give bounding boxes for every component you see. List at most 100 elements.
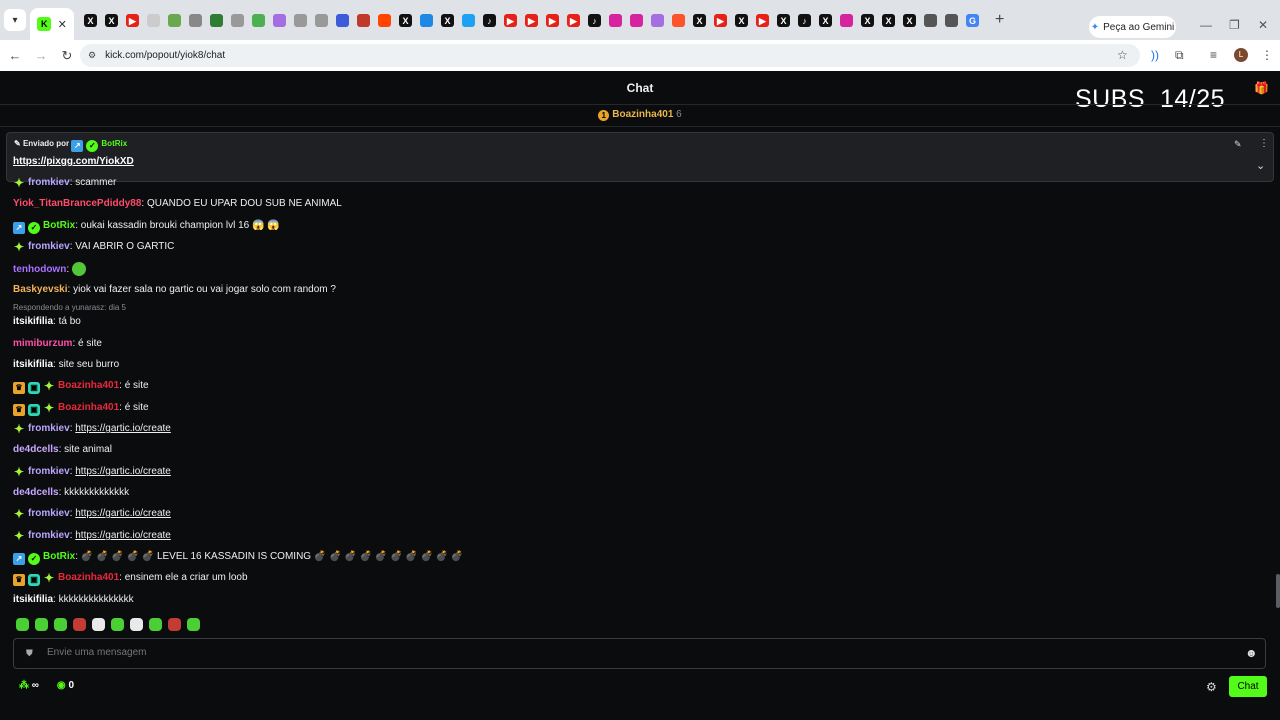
chat-username[interactable]: BotRix: [43, 220, 75, 231]
chat-username[interactable]: fromkiev: [28, 241, 70, 252]
watch-streak[interactable]: ⁂ ∞: [19, 680, 39, 691]
chrome-favicon-icon[interactable]: [945, 13, 958, 27]
settings-gear-icon[interactable]: ⚙: [1206, 680, 1217, 694]
pinned-sender-name[interactable]: BotRix: [101, 139, 127, 148]
reply-context[interactable]: Respondendo a yunarasz: dia 5: [13, 303, 126, 312]
page-favicon-icon[interactable]: [462, 13, 475, 27]
send-chat-button[interactable]: Chat: [1229, 676, 1267, 697]
chat-username[interactable]: de4dcells: [13, 487, 59, 498]
browser-menu-icon[interactable]: ⋮: [1261, 48, 1273, 62]
back-icon[interactable]: ←: [4, 48, 26, 63]
chat-link[interactable]: https://gartic.io/create: [75, 508, 171, 519]
reading-list-icon[interactable]: ≡: [1210, 48, 1217, 62]
page-favicon-icon[interactable]: [273, 13, 286, 27]
emote-button[interactable]: [130, 618, 143, 631]
chat-username[interactable]: itsikifilia: [13, 316, 53, 327]
chat-username[interactable]: Boazinha401: [58, 572, 119, 583]
chatgpt-favicon-icon[interactable]: [231, 13, 244, 27]
page-favicon-icon[interactable]: [168, 13, 181, 27]
google-favicon-icon[interactable]: G: [966, 13, 979, 27]
chat-username[interactable]: Yiok_TitanBrancePdiddy88: [13, 198, 141, 209]
emote-button[interactable]: [35, 618, 48, 631]
youtube-favicon-icon[interactable]: ▶: [525, 13, 538, 27]
chat-link[interactable]: https://gartic.io/create: [75, 423, 171, 434]
chatgpt-favicon-icon[interactable]: [189, 13, 202, 27]
chat-username[interactable]: itsikifilia: [13, 594, 53, 605]
chat-username[interactable]: BotRix: [43, 551, 75, 562]
gift-icon[interactable]: 🎁: [1254, 81, 1269, 95]
page-favicon-icon[interactable]: [651, 13, 664, 27]
profile-avatar[interactable]: L: [1234, 48, 1248, 62]
x-favicon-icon[interactable]: X: [903, 13, 916, 27]
chevron-down-icon[interactable]: ⌄: [1256, 159, 1265, 172]
forward-icon[interactable]: →: [30, 48, 52, 63]
instagram-favicon-icon[interactable]: [630, 13, 643, 27]
chat-username[interactable]: tenhodown: [13, 264, 66, 275]
close-window-icon[interactable]: ✕: [1258, 18, 1268, 32]
unpin-icon[interactable]: ✎: [1234, 139, 1242, 150]
x-favicon-icon[interactable]: X: [861, 13, 874, 27]
tiktok-favicon-icon[interactable]: ♪: [483, 13, 496, 27]
reddit-favicon-icon[interactable]: [378, 13, 391, 27]
chat-username[interactable]: fromkiev: [28, 466, 70, 477]
minimize-icon[interactable]: —: [1200, 18, 1212, 32]
emote-button[interactable]: [73, 618, 86, 631]
message-input[interactable]: [47, 647, 1227, 658]
active-tab[interactable]: K ✕: [30, 8, 74, 40]
emote-button[interactable]: [149, 618, 162, 631]
close-tab-icon[interactable]: ✕: [58, 18, 67, 31]
youtube-favicon-icon[interactable]: ▶: [567, 13, 580, 27]
page-favicon-icon[interactable]: [357, 13, 370, 27]
top-gifter[interactable]: 1 Boazinha401 6: [0, 109, 1280, 121]
emoji-picker-icon[interactable]: ☻: [1245, 646, 1258, 660]
instagram-favicon-icon[interactable]: [840, 13, 853, 27]
chat-username[interactable]: fromkiev: [28, 530, 70, 541]
youtube-favicon-icon[interactable]: ▶: [546, 13, 559, 27]
page-favicon-icon[interactable]: [336, 13, 349, 27]
gemini-button[interactable]: ✦ Peça ao Gemini: [1089, 16, 1176, 38]
chatgpt-favicon-icon[interactable]: [294, 13, 307, 27]
emote-button[interactable]: [16, 618, 29, 631]
extensions-puzzle-icon[interactable]: ⧉: [1175, 48, 1184, 63]
page-favicon-icon[interactable]: [147, 13, 160, 27]
chat-username[interactable]: fromkiev: [28, 177, 70, 188]
chat-username[interactable]: de4dcells: [13, 444, 59, 455]
chat-scrollbar[interactable]: [1276, 574, 1280, 608]
youtube-favicon-icon[interactable]: ▶: [714, 13, 727, 27]
youtube-favicon-icon[interactable]: ▶: [756, 13, 769, 27]
emote-button[interactable]: [187, 618, 200, 631]
chat-username[interactable]: Baskyevski: [13, 284, 68, 295]
chat-username[interactable]: fromkiev: [28, 423, 70, 434]
new-tab-button[interactable]: +: [995, 11, 1004, 29]
chat-username[interactable]: fromkiev: [28, 508, 70, 519]
tab-search-button[interactable]: ▾: [4, 9, 26, 31]
x-favicon-icon[interactable]: X: [105, 13, 118, 27]
chat-username[interactable]: itsikifilia: [13, 359, 53, 370]
youtube-favicon-icon[interactable]: ▶: [126, 13, 139, 27]
bookmark-star-icon[interactable]: ☆: [1117, 48, 1128, 62]
chrome-favicon-icon[interactable]: [924, 13, 937, 27]
youtube-favicon-icon[interactable]: ▶: [504, 13, 517, 27]
emote-button[interactable]: [92, 618, 105, 631]
x-favicon-icon[interactable]: X: [399, 13, 412, 27]
x-favicon-icon[interactable]: X: [777, 13, 790, 27]
site-info-icon[interactable]: ⚙: [88, 50, 96, 61]
instagram-favicon-icon[interactable]: [609, 13, 622, 27]
tiktok-favicon-icon[interactable]: ♪: [588, 13, 601, 27]
tiktok-favicon-icon[interactable]: ♪: [798, 13, 811, 27]
sheets-favicon-icon[interactable]: [210, 13, 223, 27]
x-favicon-icon[interactable]: X: [84, 13, 97, 27]
pinned-link[interactable]: https://pixgg.com/YiokXD: [13, 156, 134, 167]
kick-points[interactable]: ◉ 0: [57, 680, 74, 691]
x-favicon-icon[interactable]: X: [693, 13, 706, 27]
maximize-icon[interactable]: ❐: [1229, 18, 1240, 32]
x-favicon-icon[interactable]: X: [882, 13, 895, 27]
page-favicon-icon[interactable]: [252, 13, 265, 27]
x-favicon-icon[interactable]: X: [441, 13, 454, 27]
x-favicon-icon[interactable]: X: [735, 13, 748, 27]
chat-link[interactable]: https://gartic.io/create: [75, 530, 171, 541]
emote-button[interactable]: [54, 618, 67, 631]
chat-username[interactable]: Boazinha401: [58, 402, 119, 413]
chat-username[interactable]: Boazinha401: [58, 380, 119, 391]
more-options-icon[interactable]: ⋮: [1259, 138, 1269, 149]
